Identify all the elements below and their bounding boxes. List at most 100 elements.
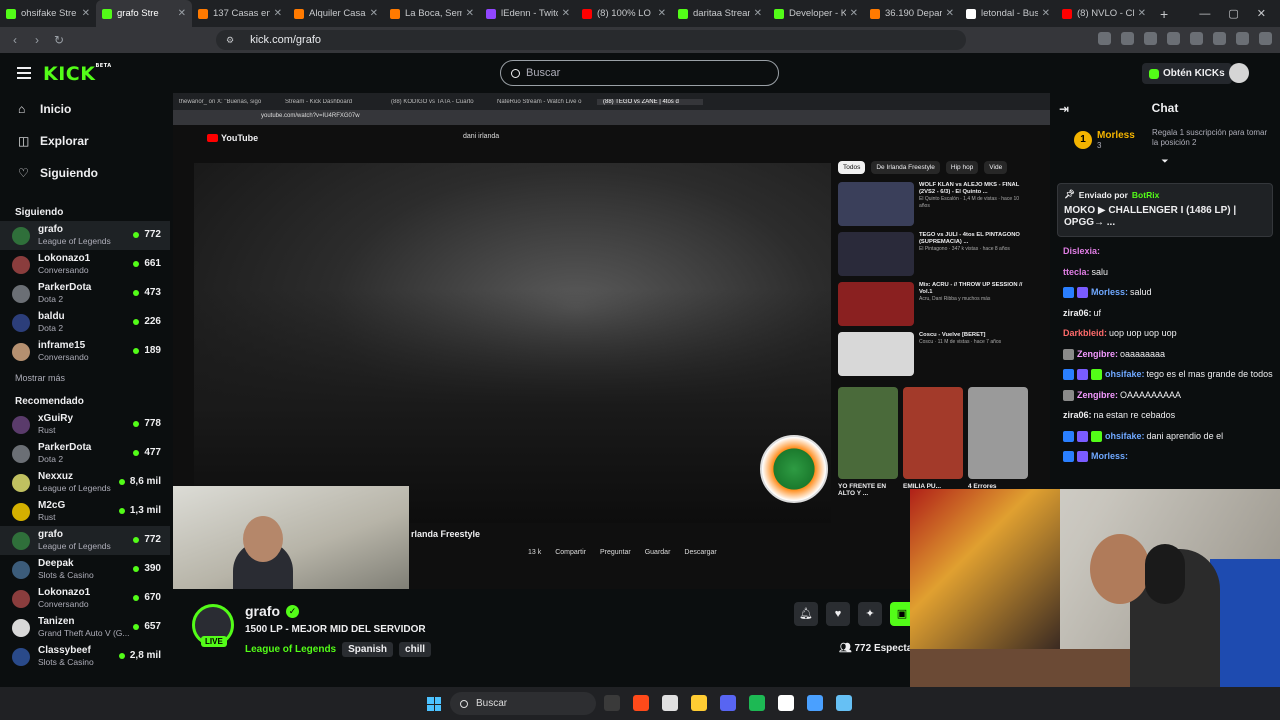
windows-start-icon[interactable] — [427, 697, 441, 711]
taskbar-app-icon[interactable] — [604, 695, 620, 711]
chat-username[interactable]: Dislexia: — [1063, 245, 1100, 258]
chat-username[interactable]: zira06: — [1063, 409, 1092, 422]
clip-icon[interactable]: ✦ — [858, 602, 882, 626]
gift-prompt[interactable]: Regala 1 suscripción para tomar la posic… — [1144, 128, 1274, 148]
show-more-link[interactable]: Mostrar más — [0, 366, 170, 388]
collapse-chat-icon[interactable]: ⇥ — [1059, 102, 1069, 116]
taskbar-app-icon[interactable] — [633, 695, 649, 711]
taskbar-app-icon[interactable] — [778, 695, 794, 711]
nav-item-inicio[interactable]: ⌂ Inicio — [0, 93, 170, 125]
channel-item[interactable]: Tanizen Grand Theft Auto V (G... 657 — [0, 613, 170, 642]
browser-tab[interactable]: grafo Stre ✕ — [96, 0, 192, 27]
user-avatar[interactable] — [1229, 63, 1249, 83]
tab-close-icon[interactable]: ✕ — [178, 8, 186, 19]
chat-username[interactable]: zira06: — [1063, 307, 1092, 320]
extension-icon[interactable] — [1144, 32, 1157, 45]
minimize-icon[interactable]: — — [1199, 8, 1210, 20]
tab-close-icon[interactable]: ✕ — [1042, 8, 1050, 19]
youtube-rec-item: Mix: ACRU - // THROW UP SESSION // Vol.1… — [838, 282, 1028, 330]
kick-logo[interactable]: KICKBETA — [43, 63, 112, 85]
maximize-icon[interactable]: ▢ — [1228, 7, 1238, 20]
back-icon[interactable]: ‹ — [4, 33, 26, 47]
tab-close-icon[interactable]: ✕ — [754, 8, 762, 19]
search-input[interactable]: Buscar — [500, 60, 779, 86]
chat-username[interactable]: Morless: — [1091, 286, 1128, 299]
channel-item[interactable]: ParkerDota Dota 2 477 — [0, 439, 170, 468]
channel-item[interactable]: grafo League of Legends 772 — [0, 526, 170, 555]
channel-item[interactable]: Lokonazo1 Conversando 661 — [0, 250, 170, 279]
tab-close-icon[interactable]: ✕ — [82, 8, 90, 19]
tab-close-icon[interactable]: ✕ — [850, 8, 858, 19]
chat-username[interactable]: Darkbleid: — [1063, 327, 1107, 340]
channel-item[interactable]: Lokonazo1 Conversando 670 — [0, 584, 170, 613]
browser-tab[interactable]: (8) 100% LO ME ✕ — [576, 0, 672, 27]
chat-username[interactable]: ohsifake: — [1105, 368, 1145, 381]
browser-tab[interactable]: (8) NVLO - Clarid ✕ — [1056, 0, 1152, 27]
browser-tab[interactable]: 36.190 Departam ✕ — [864, 0, 960, 27]
taskbar-app-icon[interactable] — [720, 695, 736, 711]
tab-close-icon[interactable]: ✕ — [1138, 8, 1146, 19]
extension-icon[interactable] — [1236, 32, 1249, 45]
expand-leaderboard-icon[interactable]: ⏷ — [1050, 156, 1280, 167]
tab-close-icon[interactable]: ✕ — [658, 8, 666, 19]
streamer-name[interactable]: grafo — [245, 603, 280, 619]
chat-username[interactable]: Morless: — [1091, 450, 1128, 463]
taskbar-app-icon[interactable] — [807, 695, 823, 711]
channel-item[interactable]: baldu Dota 2 226 — [0, 308, 170, 337]
channel-item[interactable]: Deepak Slots & Casino 390 — [0, 555, 170, 584]
tab-close-icon[interactable]: ✕ — [466, 8, 474, 19]
forward-icon[interactable]: › — [26, 33, 48, 47]
channel-item[interactable]: inframe15 Conversando 189 — [0, 337, 170, 366]
browser-tab[interactable]: 137 Casas en alq ✕ — [192, 0, 288, 27]
tag-chill[interactable]: chill — [399, 642, 432, 657]
browser-tab[interactable]: daritaa Stream ✕ — [672, 0, 768, 27]
browser-tab[interactable]: Developer - Kick ✕ — [768, 0, 864, 27]
browser-tab[interactable]: lEdenn - Twitch ✕ — [480, 0, 576, 27]
browser-tab[interactable]: Alquiler Casa 4 A ✕ — [288, 0, 384, 27]
chat-username[interactable]: ohsifake: — [1105, 430, 1145, 443]
chat-username[interactable]: ttecla: — [1063, 266, 1090, 279]
taskbar-app-icon[interactable] — [836, 695, 852, 711]
menu-icon[interactable] — [17, 67, 31, 79]
browser-tab[interactable]: ohsifake Stre ✕ — [0, 0, 96, 27]
extension-icon[interactable] — [1098, 32, 1111, 45]
channel-item[interactable]: grafo League of Legends 772 — [0, 221, 170, 250]
address-bar[interactable]: ⚙ kick.com/grafo — [216, 30, 966, 50]
follow-heart-icon[interactable]: ♥ — [826, 602, 850, 626]
site-info-icon[interactable]: ⚙ — [226, 35, 234, 46]
tab-close-icon[interactable]: ✕ — [946, 8, 954, 19]
close-window-icon[interactable]: ✕ — [1257, 7, 1266, 20]
pinned-message[interactable]: 📌︎ Enviado por BotRix MOKO ▶ CHALLENGER … — [1057, 183, 1273, 237]
tab-close-icon[interactable]: ✕ — [562, 8, 570, 19]
extension-icon[interactable] — [1213, 32, 1226, 45]
tab-close-icon[interactable]: ✕ — [370, 8, 378, 19]
tab-close-icon[interactable]: ✕ — [274, 8, 282, 19]
extension-icon[interactable] — [1121, 32, 1134, 45]
extension-icon[interactable] — [1167, 32, 1180, 45]
tag-spanish[interactable]: Spanish — [342, 642, 394, 657]
taskbar-app-icon[interactable] — [749, 695, 765, 711]
leader-name[interactable]: Morless — [1097, 130, 1135, 141]
chat-username[interactable]: Zengibre: — [1077, 348, 1118, 361]
nav-item-siguiendo[interactable]: ♡ Siguiendo — [0, 157, 170, 189]
nav-item-explorar[interactable]: ◫ Explorar — [0, 125, 170, 157]
reload-icon[interactable]: ↻ — [48, 33, 70, 47]
channel-item[interactable]: ParkerDota Dota 2 473 — [0, 279, 170, 308]
extension-icon[interactable] — [1190, 32, 1203, 45]
browser-tab[interactable]: letondal - Buscar ✕ — [960, 0, 1056, 27]
extension-icon[interactable] — [1259, 32, 1272, 45]
notification-bell-icon[interactable]: 🔔︎ — [794, 602, 818, 626]
taskbar-search[interactable]: Buscar — [450, 692, 596, 715]
channel-item[interactable]: M2cG Rust 1,3 mil — [0, 497, 170, 526]
channel-item[interactable]: Classybeef Slots & Casino 2,8 mil — [0, 642, 170, 671]
stream-category[interactable]: League of Legends — [245, 644, 336, 655]
chat-username[interactable]: Zengibre: — [1077, 389, 1118, 402]
taskbar-app-icon[interactable] — [691, 695, 707, 711]
channel-item[interactable]: Nexxuz League of Legends 8,6 mil — [0, 468, 170, 497]
channel-item[interactable]: xGuiRy Rust 778 — [0, 410, 170, 439]
taskbar-app-icon[interactable] — [662, 695, 678, 711]
new-tab-icon[interactable]: + — [1152, 6, 1176, 22]
get-kicks-button[interactable]: Obtén KICKs — [1142, 63, 1232, 84]
browser-tab[interactable]: La Boca, Semipis ✕ — [384, 0, 480, 27]
live-dot-icon — [118, 478, 125, 485]
